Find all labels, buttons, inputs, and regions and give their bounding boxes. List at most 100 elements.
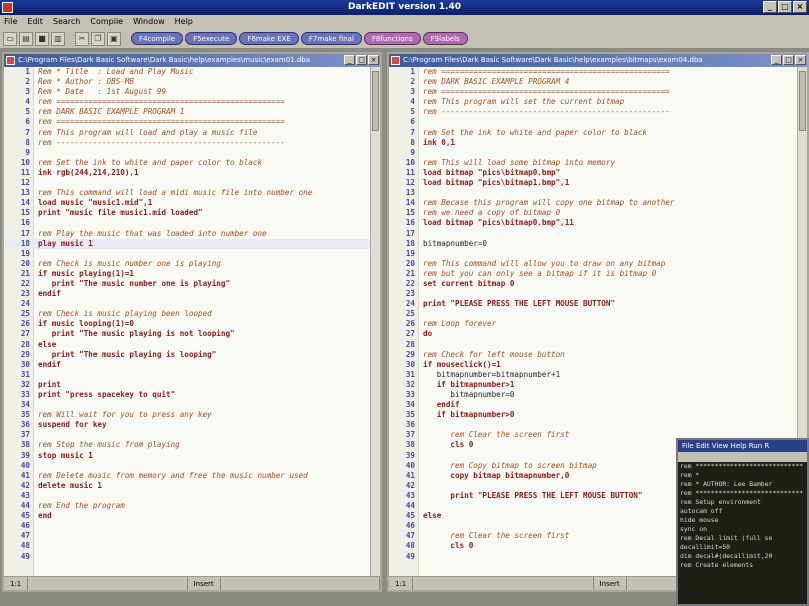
code-line[interactable]: 46 (4, 521, 370, 531)
app-icon[interactable] (2, 2, 13, 13)
code-line[interactable]: 3 Rem * Date : 1st August 99 (4, 87, 370, 97)
code-line[interactable]: 36 (389, 420, 797, 430)
code-line[interactable]: 18 play music 1 (4, 238, 370, 249)
code-line[interactable]: 2 Rem * Author : DBS-MB (4, 77, 370, 87)
code-line[interactable]: 31 (4, 370, 370, 380)
compile-button[interactable]: F4compile (131, 32, 184, 45)
print-icon[interactable]: ▥ (51, 31, 65, 46)
code-line[interactable]: 21 if music playing(1)=1 (4, 269, 370, 279)
pane-minimize-button[interactable]: _ (344, 55, 355, 65)
code-line[interactable]: 8 rem -----------------------------------… (4, 138, 370, 148)
overlay-menu-bar[interactable]: File Edit View Help Run R (678, 440, 807, 452)
code-line[interactable]: 35 rem Will wait for you to press any key (4, 410, 370, 420)
code-line[interactable]: 5 rem -----------------------------------… (389, 107, 797, 117)
code-line[interactable]: 28 else (4, 340, 370, 350)
code-line[interactable]: 40 (4, 461, 370, 471)
make-exe-button[interactable]: F6make EXE (239, 32, 299, 45)
make-final-button[interactable]: F7make final (300, 32, 362, 45)
code-line[interactable]: 32 print (4, 380, 370, 390)
code-line[interactable]: 24 print "PLEASE PRESS THE LEFT MOUSE BUT… (389, 299, 797, 309)
paste-icon[interactable]: ▣ (107, 31, 121, 46)
code-line[interactable]: 27 print "The music playing is not loopi… (4, 329, 370, 339)
code-line[interactable]: 30 if mouseclick()=1 (389, 360, 797, 370)
menu-window[interactable]: Window (133, 15, 165, 29)
code-line[interactable]: 19 (389, 249, 797, 259)
close-button[interactable]: × (793, 1, 807, 13)
code-line[interactable]: 15 rem we need a copy of bitmap 0 (389, 208, 797, 218)
code-line[interactable]: 18 bitmapnumber=0 (389, 239, 797, 249)
scrollbar-thumb[interactable] (799, 71, 806, 131)
cut-icon[interactable]: ✂ (75, 31, 89, 46)
code-line[interactable]: 11 ink rgb(244,214,210),1 (4, 168, 370, 178)
code-line[interactable]: 26 if music looping(1)=0 (4, 319, 370, 329)
code-line[interactable]: 31 bitmapnumber=bitmapnumber+1 (389, 370, 797, 380)
functions-button[interactable]: F8functions (363, 32, 421, 45)
code-line[interactable]: 9 (4, 148, 370, 158)
pane-maximize-button[interactable]: □ (783, 55, 794, 65)
scrollbar-thumb[interactable] (372, 71, 379, 131)
code-editor[interactable]: 1 Rem * Title : Load and Play Music 2 Rem *… (4, 67, 370, 576)
code-line[interactable]: 7 rem Set the ink to white and paper colo… (389, 128, 797, 138)
code-line[interactable]: 36 suspend for key (4, 420, 370, 430)
code-line[interactable]: 41 rem Delete music from memory and free … (4, 471, 370, 481)
code-line[interactable]: 15 print "music file music1.mid loaded" (4, 208, 370, 218)
code-line[interactable]: 11 load bitmap "pics\bitmap0.bmp" (389, 168, 797, 178)
code-line[interactable]: 25 rem Check is music playing been looped (4, 309, 370, 319)
vertical-scrollbar[interactable] (370, 67, 380, 576)
menu-edit[interactable]: Edit (27, 15, 43, 29)
code-line[interactable]: 2 rem DARK BASIC EXAMPLE PROGRAM 4 (389, 77, 797, 87)
code-line[interactable]: 6 (389, 117, 797, 127)
code-line[interactable]: 28 (389, 340, 797, 350)
code-line[interactable]: 34 endif (389, 400, 797, 410)
maximize-button[interactable]: □ (778, 1, 792, 13)
code-line[interactable]: 44 rem End the program (4, 501, 370, 511)
open-folder-icon[interactable]: ▤ (19, 31, 33, 46)
code-line[interactable]: 49 (4, 552, 370, 562)
code-line[interactable]: 47 (4, 531, 370, 541)
code-line[interactable]: 21 rem but you can only see a bitmap if i… (389, 269, 797, 279)
code-line[interactable]: 33 print "press spacekey to quit" (4, 390, 370, 400)
labels-button[interactable]: F9labels (422, 32, 468, 45)
menu-help[interactable]: Help (175, 15, 193, 29)
code-line[interactable]: 22 set current bitmap 0 (389, 279, 797, 289)
overlay-code-view[interactable]: rem **************************** rem * rem… (678, 462, 807, 570)
code-line[interactable]: 23 endif (4, 289, 370, 299)
code-line[interactable]: 45 end (4, 511, 370, 521)
code-line[interactable]: 3 rem ===================================… (389, 87, 797, 97)
menu-compile[interactable]: Compile (90, 15, 123, 29)
code-line[interactable]: 37 (4, 430, 370, 440)
code-line[interactable]: 16 load bitmap "pics\bitmap0.bmp",11 (389, 218, 797, 228)
code-line[interactable]: 1 Rem * Title : Load and Play Music (4, 67, 370, 77)
code-line[interactable]: 4 rem ===================================… (4, 97, 370, 107)
code-line[interactable]: 13 rem This command will load a midi musi… (4, 188, 370, 198)
code-line[interactable]: 19 (4, 249, 370, 259)
code-line[interactable]: 42 delete music 1 (4, 481, 370, 491)
code-line[interactable]: 6 rem ===================================… (4, 117, 370, 127)
code-line[interactable]: 17 rem Play the music that was loaded int… (4, 229, 370, 239)
code-line[interactable]: 34 (4, 400, 370, 410)
code-line[interactable]: 25 (389, 309, 797, 319)
code-line[interactable]: 1 rem ===================================… (389, 67, 797, 77)
code-line[interactable]: 26 rem Loop forever (389, 319, 797, 329)
code-line[interactable]: 48 (4, 541, 370, 551)
code-line[interactable]: 17 (389, 229, 797, 239)
code-line[interactable]: 16 (4, 218, 370, 228)
menu-search[interactable]: Search (53, 15, 80, 29)
code-line[interactable]: 10 rem Set the ink to white and paper col… (4, 158, 370, 168)
code-line[interactable]: 23 (389, 289, 797, 299)
code-line[interactable]: 38 rem Stop the music from playing (4, 440, 370, 450)
code-line[interactable]: 39 stop music 1 (4, 451, 370, 461)
copy-icon[interactable]: ❐ (91, 31, 105, 46)
code-line[interactable]: 30 endif (4, 360, 370, 370)
code-line[interactable]: 20 rem This command will allow you to dra… (389, 259, 797, 269)
menu-file[interactable]: File (4, 15, 17, 29)
execute-button[interactable]: F5execute (185, 32, 238, 45)
minimize-button[interactable]: _ (763, 1, 777, 13)
new-file-icon[interactable]: ▭ (3, 31, 17, 46)
pane-minimize-button[interactable]: _ (771, 55, 782, 65)
pane-close-button[interactable]: × (795, 55, 806, 65)
code-line[interactable]: 12 (4, 178, 370, 188)
code-line[interactable]: 14 rem Becase this program will copy one … (389, 198, 797, 208)
code-line[interactable]: 24 (4, 299, 370, 309)
code-line[interactable]: 5 rem DARK BASIC EXAMPLE PROGRAM 1 (4, 107, 370, 117)
